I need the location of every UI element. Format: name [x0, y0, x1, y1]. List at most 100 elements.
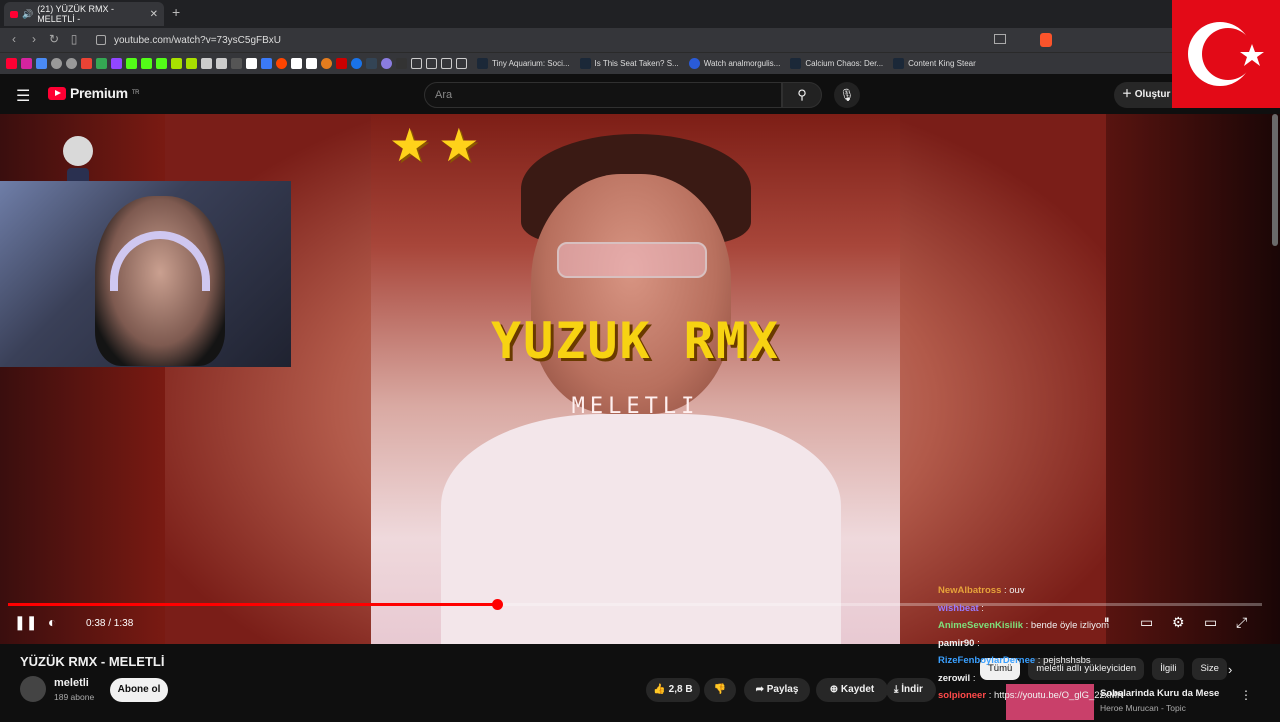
gmail-bookmark-icon[interactable] [81, 58, 92, 69]
tab-title: (21) YÜZÜK RMX - MELETLİ - [37, 4, 115, 24]
reddit-bookmark-icon[interactable] [276, 58, 287, 69]
share-button[interactable]: ➦ Paylaş [744, 678, 810, 702]
pause-icon[interactable]: ❚❚ [14, 614, 37, 631]
app12-bookmark-icon[interactable] [396, 58, 407, 69]
app3-bookmark-icon[interactable] [216, 58, 227, 69]
cast-icon[interactable] [994, 34, 1006, 44]
instagram-bookmark-icon[interactable] [21, 58, 32, 69]
browser-tab-bar: 🔊 (21) YÜZÜK RMX - MELETLİ - ✕ + [0, 0, 1280, 28]
back-icon[interactable]: ‹ [6, 32, 22, 46]
app11-bookmark-icon[interactable] [381, 58, 392, 69]
translate-bookmark-icon[interactable] [36, 58, 47, 69]
chat-user: NewAlbatross [938, 585, 1002, 596]
x-bookmark-icon[interactable] [246, 58, 257, 69]
kick3-bookmark-icon[interactable] [156, 58, 167, 69]
kick-bookmark-icon[interactable] [126, 58, 137, 69]
hamburger-menu-icon[interactable]: ☰ [16, 86, 30, 106]
audio-playing-icon: 🔊 [21, 8, 34, 19]
youtube-bookmark-icon[interactable] [6, 58, 17, 69]
bookmark-item[interactable]: Tiny Aquarium: Soci... [477, 58, 570, 69]
app8-bookmark-icon[interactable] [336, 58, 347, 69]
globe-bookmark-icon[interactable] [51, 58, 62, 69]
save-button[interactable]: ⊕ Kaydet [816, 678, 888, 702]
forward-icon[interactable]: › [26, 32, 42, 46]
fullscreen-icon[interactable]: ⤢ [1236, 614, 1247, 631]
chip-related[interactable]: İlgili [1152, 658, 1185, 680]
search-icon[interactable]: ⚲ [782, 82, 822, 108]
channel-name[interactable]: meletli [54, 677, 89, 689]
chat-message: AnimeSevenKisilik : bende öyle izliyom [938, 620, 1110, 631]
chat-user: RizeFenboylarDernee [938, 655, 1036, 666]
youtube-header: ☰ Premium TR Ara ⚲ 🎙 ＋ Oluştur [0, 74, 1280, 114]
singer-shirt [441, 414, 841, 644]
chip-for-you[interactable]: Size [1192, 658, 1227, 680]
browser-tab[interactable]: 🔊 (21) YÜZÜK RMX - MELETLİ - ✕ [4, 2, 164, 26]
app5-bookmark-icon[interactable] [261, 58, 272, 69]
progress-played [8, 603, 498, 606]
folder-icon[interactable] [411, 58, 422, 69]
video-overlay-title: YUZUK RMX [491, 312, 780, 370]
chat-message: pamir90 : [938, 637, 980, 649]
chat-user: zerowil [938, 672, 971, 684]
bookmark-icon[interactable]: ▯ [66, 32, 82, 46]
chat-message: RizeFenboylarDernee : pejshshsbs [938, 655, 1091, 666]
app2-bookmark-icon[interactable] [186, 58, 197, 69]
channel-avatar[interactable] [20, 676, 46, 702]
webcam-overlay [0, 181, 291, 367]
video-player[interactable]: ★★ YUZUK RMX MELETLI ❚❚ ◐ 0:38 / 1:38 ⏸ … [0, 114, 1280, 644]
chat-user: wishbeat [938, 602, 979, 614]
amazon-bookmark-icon[interactable] [306, 58, 317, 69]
globe2-bookmark-icon[interactable] [66, 58, 77, 69]
dislike-button[interactable]: 👎 [704, 678, 736, 702]
singer-glasses [557, 242, 707, 278]
folder4-icon[interactable] [456, 58, 467, 69]
chat-message: NewAlbatross : ouv [938, 585, 1025, 596]
more-options-icon[interactable]: ⋮ [1240, 688, 1252, 702]
chat-message: zerowil : [938, 672, 976, 684]
app7-bookmark-icon[interactable] [321, 58, 332, 69]
app4-bookmark-icon[interactable] [231, 58, 242, 69]
kick2-bookmark-icon[interactable] [141, 58, 152, 69]
microphone-icon[interactable]: 🎙 [834, 82, 860, 108]
twitch-bookmark-icon[interactable] [111, 58, 122, 69]
download-button[interactable]: ⤓ İndir [886, 678, 936, 702]
chevron-right-icon[interactable]: › [1228, 662, 1232, 677]
anchor-bookmark-icon[interactable] [201, 58, 212, 69]
youtube-favicon-icon [10, 10, 18, 18]
chat-user: pamir90 [938, 637, 975, 649]
video-frame: ★★ YUZUK RMX MELETLI [371, 114, 900, 644]
settings-gear-icon[interactable]: ⚙ [1172, 614, 1185, 631]
bookmark-item[interactable]: Calcium Chaos: Der... [790, 58, 883, 69]
brave-shield-icon[interactable] [1040, 33, 1052, 47]
address-bar-row: ‹ › ↻ ▯ youtube.com/watch?v=73ysC5gFBxU [0, 28, 1280, 52]
folder3-icon[interactable] [441, 58, 452, 69]
folder2-icon[interactable] [426, 58, 437, 69]
bookmark-item[interactable]: Content King Stear [893, 58, 976, 69]
site-info-icon[interactable] [96, 35, 106, 45]
reload-icon[interactable]: ↻ [46, 32, 62, 46]
app10-bookmark-icon[interactable] [366, 58, 377, 69]
scrubber-handle[interactable] [492, 599, 504, 610]
like-button[interactable]: 👍 2,8 B [646, 678, 700, 702]
video-title: YÜZÜK RMX - MELETLİ [20, 654, 165, 669]
youtube-logo[interactable]: Premium TR [48, 85, 140, 101]
bookmark-item[interactable]: Is This Seat Taken? S... [579, 58, 679, 69]
subscribe-button[interactable]: Abone ol [110, 678, 168, 702]
close-tab-icon[interactable]: ✕ [150, 9, 158, 20]
drive-bookmark-icon[interactable] [96, 58, 107, 69]
page-scrollbar[interactable] [1272, 114, 1278, 246]
app6-bookmark-icon[interactable] [291, 58, 302, 69]
chat-user: AnimeSevenKisilik [938, 620, 1024, 631]
crescent-star-icon [1188, 22, 1264, 86]
chat-user: solpioneer [938, 690, 987, 701]
app-bookmark-icon[interactable] [171, 58, 182, 69]
volume-icon[interactable]: ◐ [48, 614, 56, 630]
subtitles-icon[interactable]: ▭ [1140, 614, 1153, 631]
steam-icon [579, 58, 591, 69]
bookmark-item[interactable]: Watch analmorgulis... [688, 58, 780, 69]
url-field[interactable]: youtube.com/watch?v=73ysC5gFBxU [92, 32, 972, 49]
new-tab-button[interactable]: + [172, 4, 180, 20]
search-input[interactable]: Ara [424, 82, 782, 108]
app9-bookmark-icon[interactable] [351, 58, 362, 69]
theater-mode-icon[interactable]: ▭ [1204, 614, 1217, 631]
